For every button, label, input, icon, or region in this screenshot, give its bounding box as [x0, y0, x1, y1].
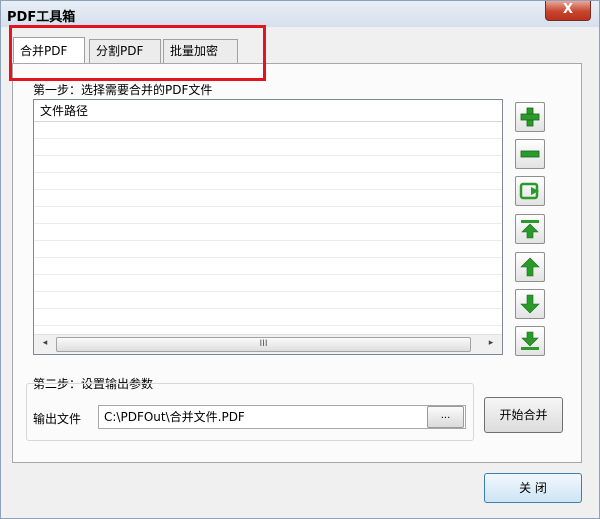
- plus-icon: [520, 107, 540, 127]
- scroll-left-icon[interactable]: ◂: [38, 338, 52, 348]
- close-dialog-button[interactable]: 关 闭: [484, 473, 582, 503]
- tab-split-pdf[interactable]: 分割PDF: [89, 39, 161, 63]
- start-merge-button[interactable]: 开始合并: [484, 397, 563, 433]
- remove-file-button[interactable]: [515, 139, 545, 169]
- move-bottom-button[interactable]: [515, 326, 545, 356]
- scroll-thumb[interactable]: III: [56, 337, 471, 352]
- pdf-toolbox-window: PDF工具箱 X 合并PDF 分割PDF 批量加密 第一步：选择需要合并的PDF…: [0, 0, 600, 519]
- title-bar: PDF工具箱 X: [1, 1, 599, 27]
- move-up-button[interactable]: [515, 252, 545, 282]
- browse-button[interactable]: ...: [427, 406, 464, 428]
- minus-icon: [520, 150, 540, 158]
- clear-list-button[interactable]: [515, 176, 545, 206]
- output-file-label: 输出文件: [33, 412, 82, 426]
- window-close-button[interactable]: X: [545, 1, 591, 21]
- arrow-up-icon: [520, 257, 540, 277]
- file-list[interactable]: 文件路径 ◂ III ▸: [33, 99, 503, 355]
- scroll-right-icon[interactable]: ▸: [484, 338, 498, 348]
- file-list-rows[interactable]: [34, 122, 502, 334]
- reload-icon: [519, 182, 539, 200]
- move-top-button[interactable]: [515, 214, 545, 244]
- arrow-bottom-icon: [521, 331, 539, 350]
- move-down-button[interactable]: [515, 289, 545, 319]
- output-path-input[interactable]: C:\PDFOut\合并文件.PDF: [98, 405, 466, 429]
- add-file-button[interactable]: [515, 102, 545, 132]
- window-title: PDF工具箱: [7, 10, 76, 25]
- horizontal-scrollbar[interactable]: ◂ III ▸: [34, 334, 502, 354]
- arrow-top-icon: [521, 220, 539, 239]
- tab-batch-encrypt[interactable]: 批量加密: [163, 39, 238, 63]
- close-icon: X: [562, 2, 574, 17]
- step1-label: 第一步：选择需要合并的PDF文件: [31, 81, 215, 98]
- arrow-down-icon: [520, 294, 540, 314]
- file-path-column-header[interactable]: 文件路径: [34, 100, 502, 122]
- tab-merge-pdf[interactable]: 合并PDF: [13, 37, 85, 63]
